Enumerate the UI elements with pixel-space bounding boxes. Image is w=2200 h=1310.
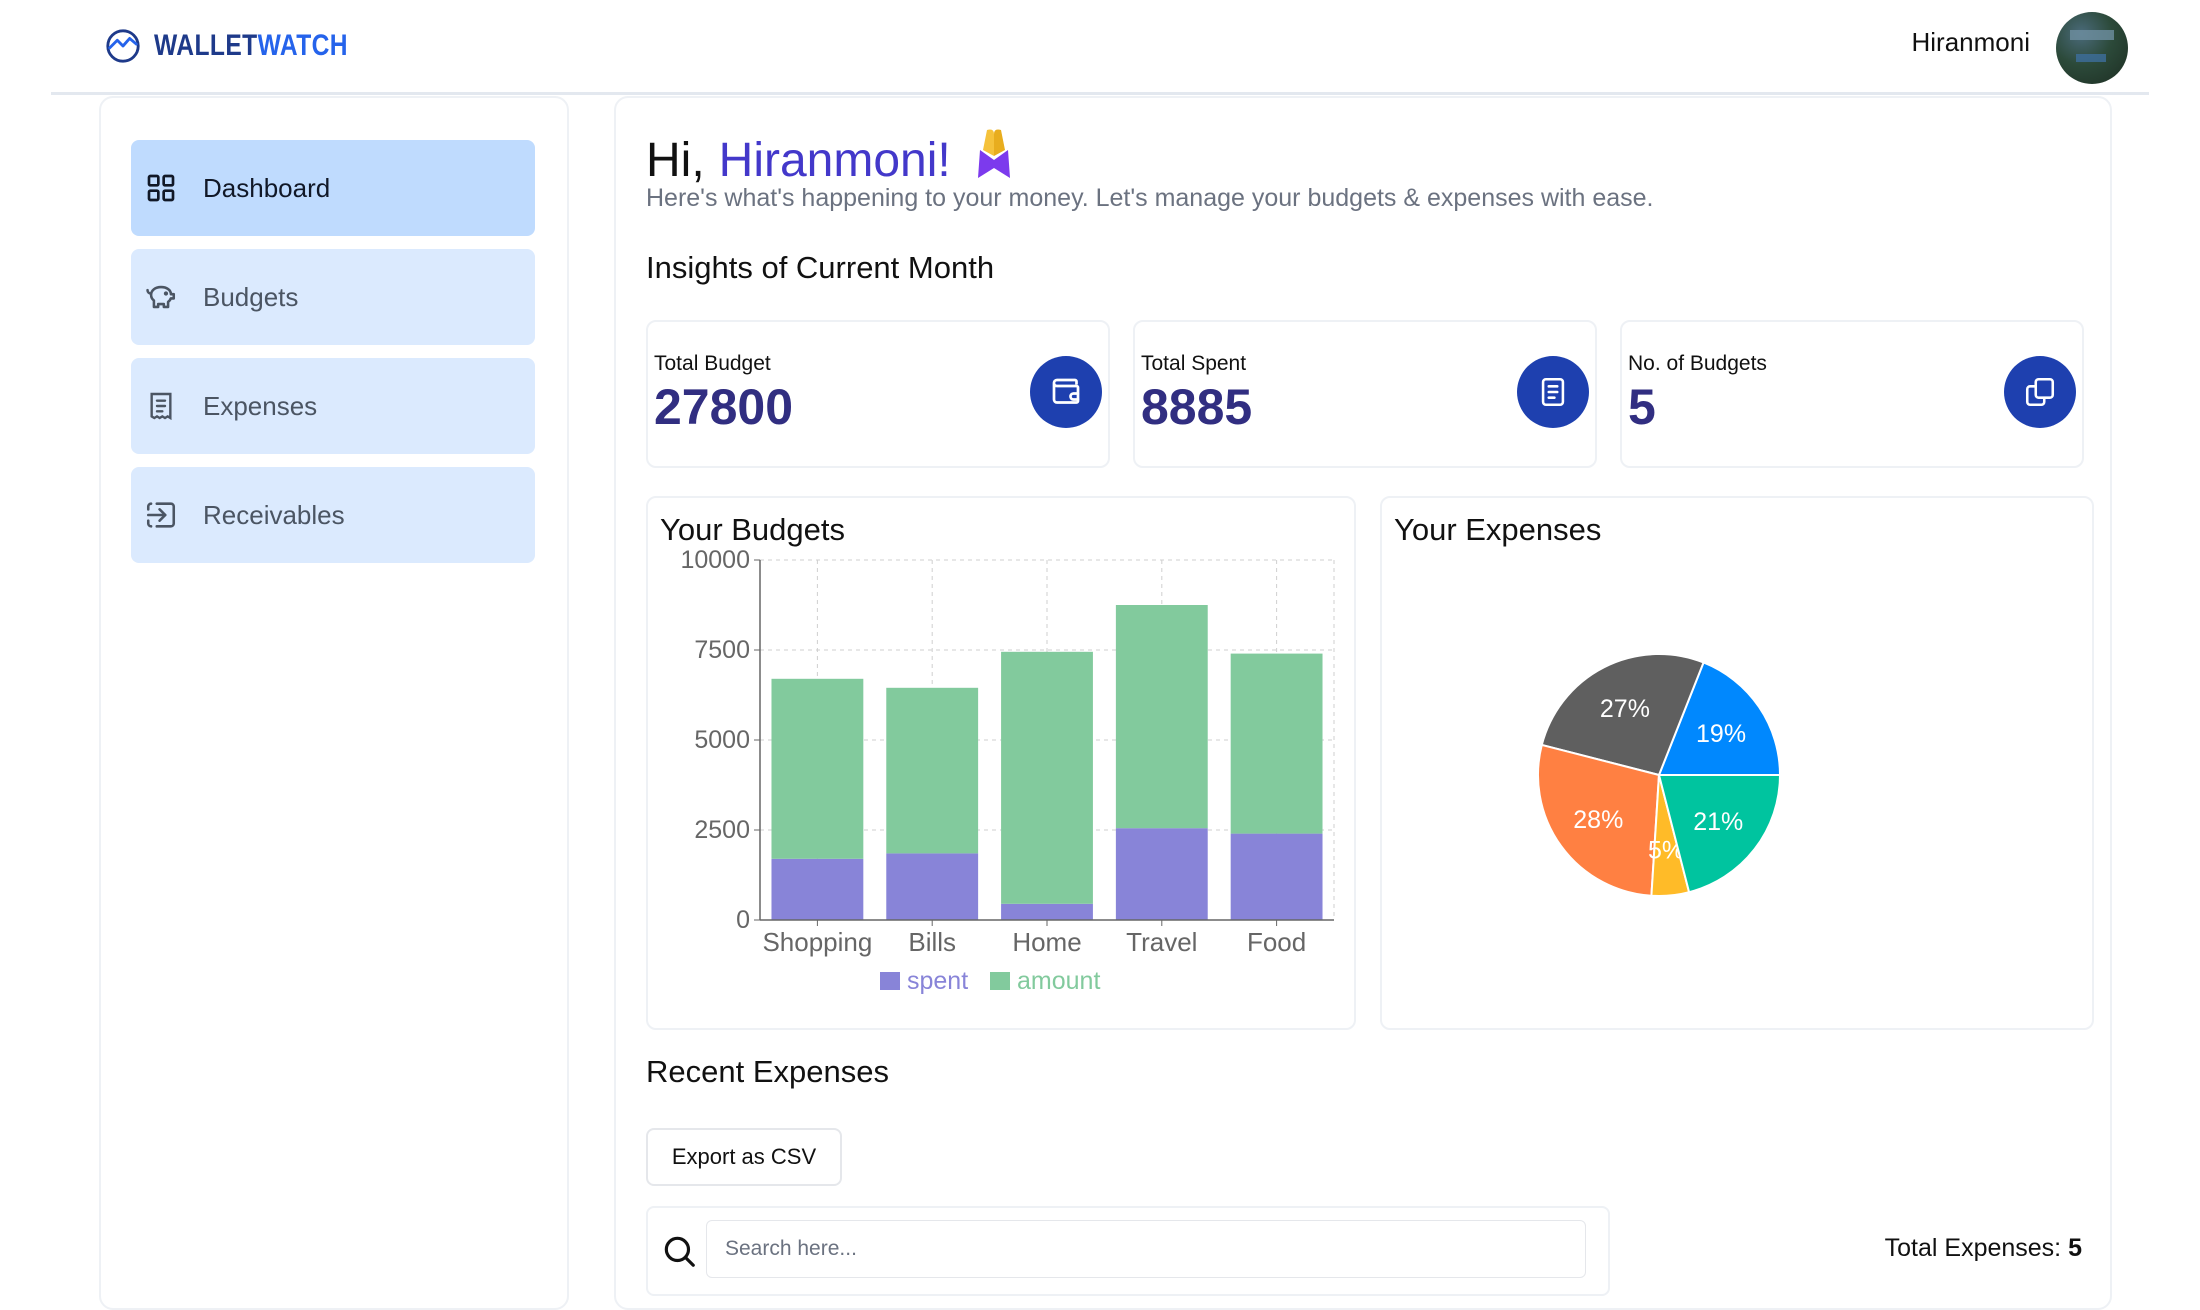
- top-bar: WALLETWATCH Hiranmoni: [0, 0, 2200, 95]
- stat-value: 8885: [1141, 379, 1253, 435]
- brand-name-part2: WATCH: [257, 29, 348, 62]
- stat-value: 5: [1628, 379, 1656, 435]
- bar-amount: [1115, 605, 1208, 829]
- y-tick-label: 2500: [694, 816, 750, 844]
- avatar-detail: [2070, 30, 2114, 40]
- pie-slice-label: 21%: [1693, 808, 1743, 836]
- sidebar-item-label: Dashboard: [203, 172, 331, 203]
- x-tick-label: Bills: [908, 927, 956, 957]
- x-tick-label: Shopping: [762, 927, 872, 957]
- stat-label: No. of Budgets: [1628, 352, 1767, 375]
- page-title: Hi, Hiranmoni!: [646, 128, 1013, 192]
- sidebar-item-label: Expenses: [203, 390, 318, 421]
- header-divider: [51, 92, 2149, 95]
- stat-card-total-spent: Total Spent 8885: [1133, 320, 1597, 468]
- search-icon: [664, 1236, 695, 1267]
- stat-card-budget-count: No. of Budgets 5: [1620, 320, 2084, 468]
- search-bar: [646, 1206, 1610, 1296]
- legend-swatch: [990, 972, 1010, 990]
- bar-spent: [771, 858, 864, 920]
- total-expenses-count: Total Expenses: 5: [1885, 1234, 2082, 1263]
- insights-heading: Insights of Current Month: [646, 250, 995, 285]
- y-tick-label: 10000: [680, 546, 750, 574]
- copy-stack-icon: [2004, 356, 2076, 428]
- pie-slice-label: 28%: [1573, 806, 1623, 834]
- legend-swatch: [880, 972, 900, 990]
- legend-label: spent: [907, 967, 968, 995]
- y-tick-label: 7500: [694, 636, 750, 664]
- bar-spent: [1115, 828, 1208, 920]
- piggy-bank-icon: [143, 279, 179, 315]
- x-tick-label: Food: [1247, 927, 1306, 957]
- brand-name: WALLETWATCH: [154, 29, 348, 63]
- sidebar-item-label: Receivables: [203, 499, 345, 530]
- pie-slice-label: 19%: [1696, 720, 1746, 748]
- expenses-chart-panel: Your Expenses 19% 27% 28% 5% 21%: [1380, 496, 2094, 1030]
- total-expenses-value: 5: [2068, 1234, 2082, 1262]
- x-tick-label: Home: [1012, 927, 1081, 957]
- sidebar-item-budgets[interactable]: Budgets: [131, 249, 535, 345]
- stat-card-total-budget: Total Budget 27800: [646, 320, 1110, 468]
- sidebar: Dashboard Budgets Expenses Receivables: [99, 96, 569, 1310]
- bar-amount: [1001, 651, 1093, 904]
- brand-name-part1: WALLET: [154, 29, 258, 62]
- page-subtitle: Here's what's happening to your money. L…: [646, 184, 1654, 212]
- x-tick-label: Travel: [1126, 927, 1197, 957]
- import-icon: [143, 497, 179, 533]
- expenses-pie-chart: 19%27%28%5%21%: [1537, 653, 1782, 897]
- praying-hands-icon: [975, 128, 1013, 192]
- sidebar-item-expenses[interactable]: Expenses: [131, 358, 535, 454]
- budgets-bar-chart: Shopping Bills Home Travel Food 0 2500 5000 7500…: [680, 546, 1335, 995]
- greeting-prefix: Hi,: [646, 133, 705, 187]
- receipt-icon: [1517, 356, 1589, 428]
- wallet-icon: [1030, 356, 1102, 428]
- stat-value: 27800: [654, 379, 794, 435]
- sidebar-item-label: Budgets: [203, 281, 299, 312]
- avatar[interactable]: [2056, 12, 2128, 84]
- legend-label: amount: [1017, 967, 1100, 995]
- sidebar-item-receivables[interactable]: Receivables: [131, 467, 535, 563]
- avatar-detail: [2076, 54, 2106, 62]
- y-tick-label: 5000: [694, 726, 750, 754]
- greeting-name: Hiranmoni!: [718, 133, 951, 187]
- brand-logo[interactable]: WALLETWATCH: [104, 26, 391, 66]
- bar-spent: [1230, 833, 1323, 920]
- export-csv-button[interactable]: Export as CSV: [646, 1128, 842, 1186]
- stat-label: Total Spent: [1141, 352, 1247, 375]
- stat-label: Total Budget: [654, 352, 771, 375]
- bar-amount: [1230, 653, 1323, 834]
- bar-amount: [886, 687, 979, 854]
- main-content: Hi, Hiranmoni! Here's what's happening t…: [614, 96, 2112, 1310]
- total-expenses-label: Total Expenses:: [1884, 1234, 2062, 1262]
- bar-spent: [886, 853, 979, 920]
- pie-slice-label: 27%: [1600, 695, 1650, 723]
- sidebar-item-dashboard[interactable]: Dashboard: [131, 140, 535, 236]
- y-tick-label: 0: [736, 906, 750, 934]
- user-name: Hiranmoni: [1911, 27, 2031, 57]
- receipt-icon: [143, 388, 179, 424]
- logo-icon: [106, 29, 140, 63]
- recent-expenses-heading: Recent Expenses: [646, 1054, 889, 1089]
- search-input[interactable]: [706, 1220, 1586, 1278]
- budgets-chart-panel: Your Budgets Shopping Bills Home Travel Food…: [646, 496, 1356, 1030]
- bar-spent: [1001, 903, 1093, 920]
- dashboard-grid-icon: [143, 170, 179, 206]
- bar-amount: [771, 678, 864, 859]
